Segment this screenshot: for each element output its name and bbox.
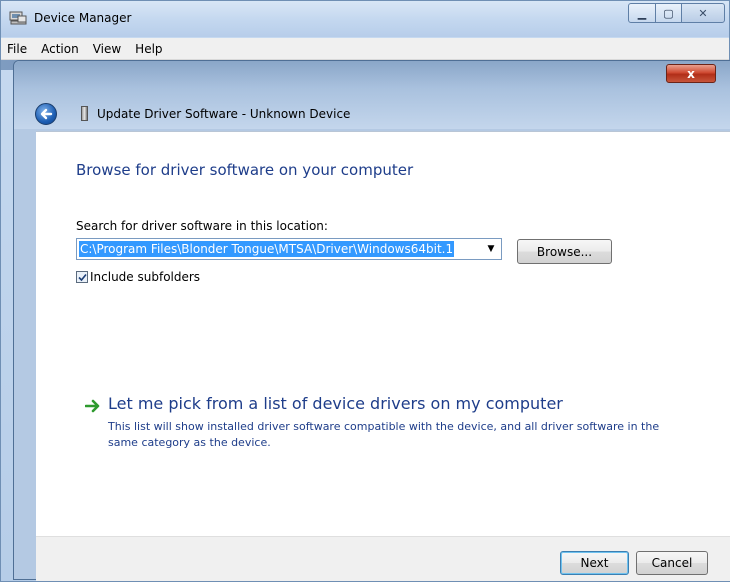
pick-from-list-title[interactable]: Let me pick from a list of device driver… [108, 394, 563, 413]
green-arrow-icon [85, 399, 100, 413]
minimize-icon: ▁ [637, 6, 647, 20]
close-icon: x [687, 66, 695, 81]
menu-help[interactable]: Help [128, 42, 169, 56]
search-location-label: Search for driver software in this locat… [76, 219, 328, 233]
include-subfolders-checkbox[interactable] [76, 271, 88, 283]
maximize-button[interactable]: ▢ [655, 3, 682, 23]
include-subfolders-row[interactable]: Include subfolders [76, 270, 200, 284]
back-button[interactable] [35, 103, 57, 125]
wizard-content: Browse for driver software on your compu… [36, 131, 730, 537]
back-arrow-icon [40, 108, 53, 120]
checkmark-icon [77, 273, 87, 281]
dialog-title: Update Driver Software - Unknown Device [97, 107, 351, 121]
menu-file[interactable]: File [1, 42, 34, 56]
page-heading: Browse for driver software on your compu… [76, 161, 414, 179]
chevron-down-icon[interactable]: ▼ [483, 241, 499, 257]
window-title: Device Manager [34, 11, 132, 25]
update-driver-dialog: x Update Driver Software - Unknown Devic… [13, 60, 730, 581]
path-combobox[interactable]: C:\Program Files\Blonder Tongue\MTSA\Dri… [76, 238, 502, 260]
close-icon: ✕ [698, 6, 708, 20]
close-button[interactable]: ✕ [681, 3, 725, 23]
include-subfolders-label[interactable]: Include subfolders [90, 270, 200, 284]
dialog-caption[interactable]: x Update Driver Software - Unknown Devic… [14, 61, 730, 129]
path-input[interactable]: C:\Program Files\Blonder Tongue\MTSA\Dri… [79, 241, 455, 257]
maximize-icon: ▢ [663, 6, 674, 20]
menu-view[interactable]: View [86, 42, 128, 56]
minimize-button[interactable]: ▁ [628, 3, 656, 23]
title-bar[interactable]: Device Manager ▁ ▢ ✕ [1, 1, 729, 37]
menu-bar: File Action View Help [1, 38, 729, 60]
pick-from-list-link[interactable]: Let me pick from a list of device driver… [85, 394, 563, 413]
wizard-footer: Next Cancel [36, 536, 730, 581]
menu-action[interactable]: Action [34, 42, 86, 56]
dialog-close-button[interactable]: x [666, 64, 716, 83]
cancel-button[interactable]: Cancel [636, 551, 708, 575]
pick-from-list-description: This list will show installed driver sof… [108, 420, 660, 449]
device-icon [81, 106, 88, 121]
device-manager-icon [9, 11, 27, 25]
browse-button[interactable]: Browse... [517, 239, 612, 264]
next-button[interactable]: Next [560, 551, 629, 575]
